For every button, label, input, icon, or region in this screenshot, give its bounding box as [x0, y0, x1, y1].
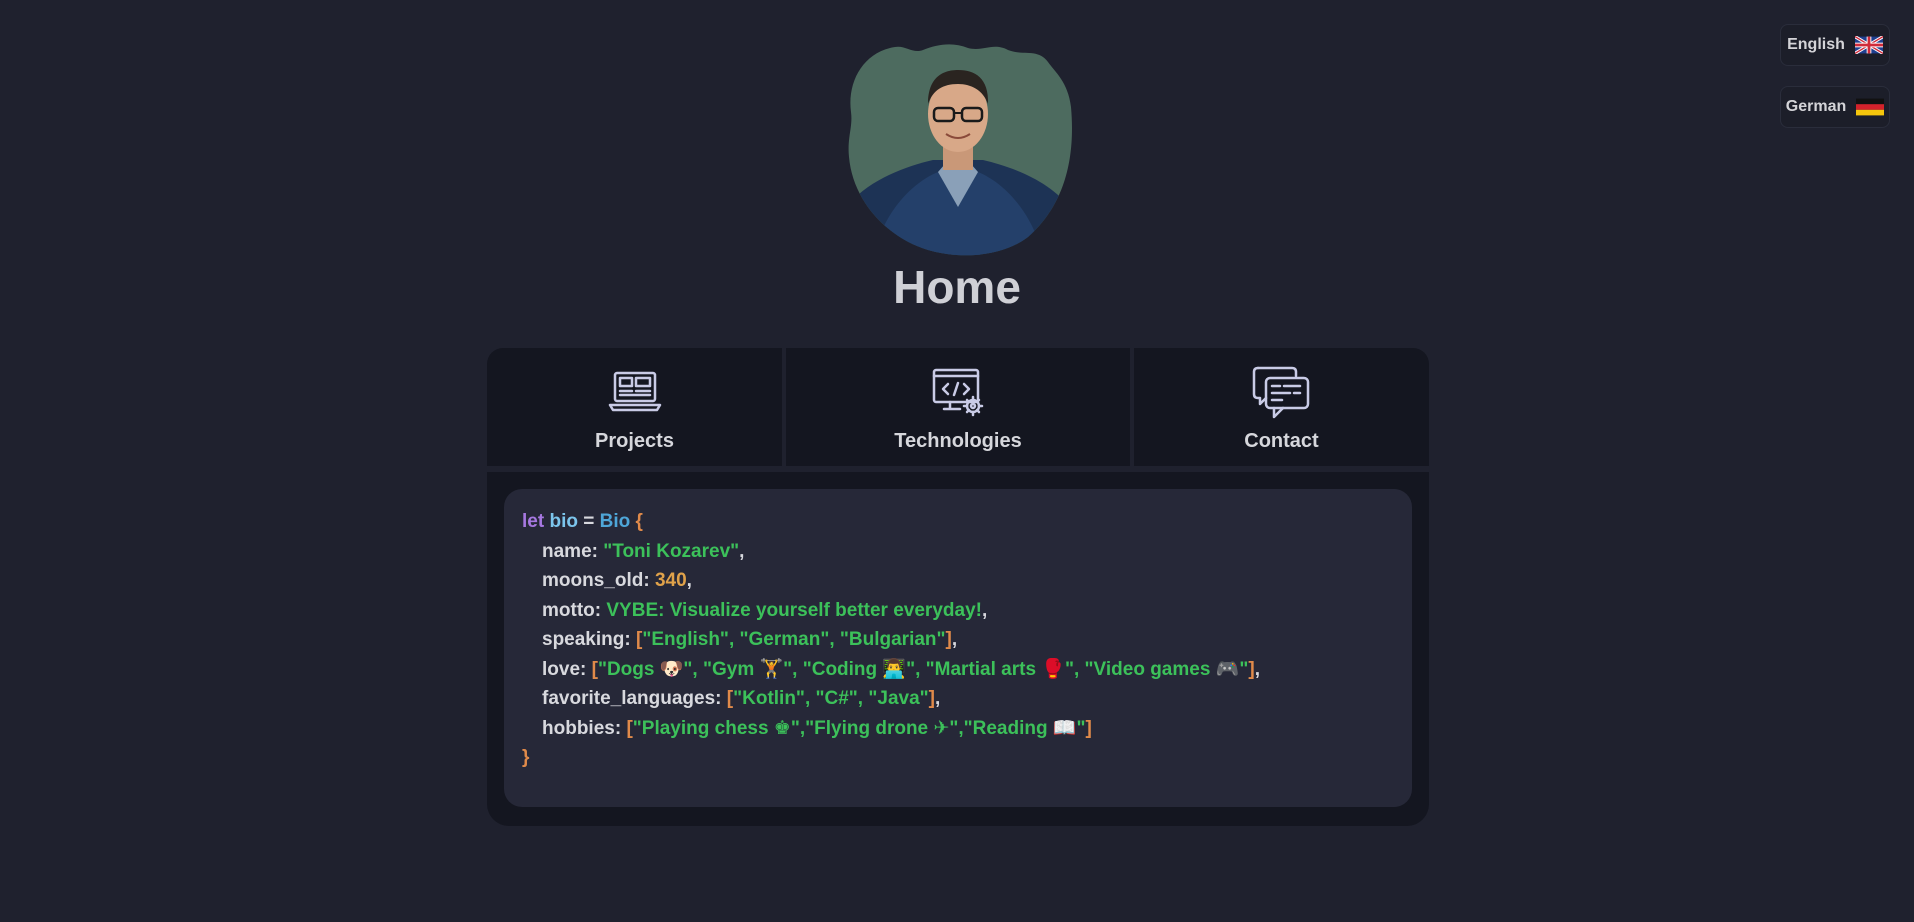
profile-avatar [843, 42, 1073, 257]
contact-label: Contact [1244, 429, 1319, 452]
code-type: Bio [599, 511, 631, 532]
page-title: Home [893, 261, 1021, 313]
code-string: VYBE: Visualize yourself better everyday… [606, 599, 982, 621]
germany-flag-icon [1856, 98, 1885, 116]
code-line-favorite-languages: favorite_languages: ["Kotlin", "C#", "Ja… [542, 688, 941, 709]
code-line-motto: motto: VYBE: Visualize yourself better e… [542, 599, 988, 621]
code-string: "English", "German", "Bulgarian" [642, 629, 946, 650]
code-key: hobbies: [542, 717, 627, 739]
english-language-button[interactable]: English [1780, 24, 1890, 66]
code-monitor-gear-icon [932, 368, 984, 416]
code-string: "Kotlin", "C#", "Java" [733, 688, 929, 709]
code-line-moons: moons_old: 340, [542, 570, 692, 591]
german-language-button[interactable]: German [1780, 86, 1890, 128]
code-number: 340 [654, 570, 687, 591]
code-assign: = [577, 511, 600, 532]
contact-nav-card[interactable]: Contact [1134, 348, 1429, 466]
code-line-declaration: let bio = Bio { [522, 507, 1394, 537]
code-string: "Playing chess ♚","Flying drone ✈","Read… [632, 717, 1086, 739]
chat-bubbles-icon [1252, 366, 1309, 418]
code-key: favorite_languages: [542, 688, 727, 709]
code-keyword: let [522, 511, 545, 532]
code-variable: bio [549, 511, 578, 532]
technologies-label: Technologies [894, 429, 1022, 452]
projects-nav-card[interactable]: Projects [487, 348, 782, 466]
german-label: German [1785, 98, 1847, 115]
bio-panel: let bio = Bio { name: "Toni Kozarev", mo… [487, 472, 1429, 826]
english-label: English [1787, 36, 1845, 53]
code-key: love: [542, 658, 592, 680]
code-line-love: love: ["Dogs 🐶", "Gym 🏋", "Coding 👨‍💻", … [542, 658, 1260, 680]
code-string: "Dogs 🐶", "Gym 🏋", "Coding 👨‍💻", "Martia… [597, 658, 1249, 680]
bio-code-block: let bio = Bio { name: "Toni Kozarev", mo… [504, 489, 1412, 807]
main-navigation: Projects Technologies Contact [487, 348, 1429, 466]
technologies-nav-card[interactable]: Technologies [786, 348, 1130, 466]
code-line-speaking: speaking: ["English", "German", "Bulgari… [542, 629, 958, 650]
code-line-hobbies: hobbies: ["Playing chess ♚","Flying dron… [542, 717, 1092, 739]
uk-flag-icon [1854, 36, 1883, 54]
code-key: moons_old: [542, 570, 655, 591]
projects-label: Projects [595, 429, 674, 452]
code-key: name: [542, 540, 604, 562]
laptop-icon [608, 371, 661, 411]
code-key: motto: [542, 599, 607, 621]
code-key: speaking: [542, 629, 636, 650]
code-line-name: name: "Toni Kozarev", [542, 540, 745, 562]
code-close-brace: } [522, 747, 530, 768]
code-open-brace: { [630, 511, 643, 532]
code-string: "Toni Kozarev" [603, 540, 740, 562]
profile-photo [848, 44, 1072, 256]
